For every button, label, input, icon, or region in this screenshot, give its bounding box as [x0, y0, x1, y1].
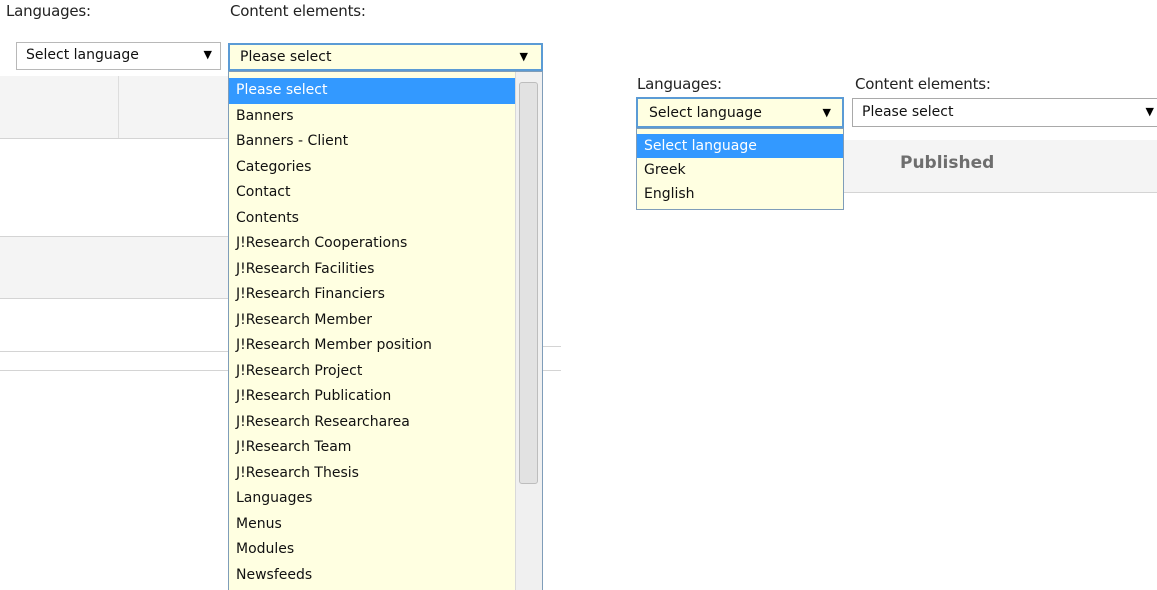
dropdown-option-j-research-publication[interactable]: J!Research Publication — [229, 384, 515, 410]
dropdown-option-banners-client[interactable]: Banners - Client — [229, 129, 515, 155]
chevron-down-icon: ▼ — [203, 48, 212, 61]
languages-label: Languages: — [637, 75, 722, 93]
dropdown-option-j-research-financiers[interactable]: J!Research Financiers — [229, 282, 515, 308]
dropdown-option-banners[interactable]: Banners — [229, 104, 515, 130]
language-select-value: Select language — [649, 105, 762, 121]
dropdown-option-contents[interactable]: Contents — [229, 206, 515, 232]
dropdown-option-newsfeeds[interactable]: Newsfeeds — [229, 563, 515, 589]
content-elements-select[interactable]: Please select ▼ — [228, 43, 543, 71]
left-table-line — [0, 370, 230, 371]
chevron-down-icon: ▼ — [1145, 105, 1154, 118]
content-elements-select-value: Please select — [862, 104, 954, 120]
dropdown-option-j-research-facilities[interactable]: J!Research Facilities — [229, 257, 515, 283]
left-table-line — [0, 298, 230, 299]
dropdown-scrollbar[interactable] — [515, 72, 542, 590]
language-select-value: Select language — [26, 47, 139, 63]
content-elements-label: Content elements: — [230, 2, 366, 20]
language-select[interactable]: Select language ▼ — [636, 97, 844, 128]
chevron-down-icon: ▼ — [519, 50, 528, 63]
content-elements-select[interactable]: Please select ▼ — [852, 98, 1157, 127]
published-column-header[interactable]: Published — [900, 153, 994, 173]
language-dropdown-list: Select language Greek English — [636, 128, 844, 210]
language-select[interactable]: Select language ▼ — [16, 42, 221, 70]
left-table-line — [0, 351, 230, 352]
left-table-line — [0, 236, 230, 237]
dropdown-option-modules[interactable]: Modules — [229, 537, 515, 563]
dropdown-option-greek[interactable]: Greek — [637, 158, 843, 182]
left-table-line — [541, 346, 561, 347]
dropdown-option-select-language[interactable]: Select language — [637, 134, 843, 158]
left-table-row-band — [0, 236, 230, 298]
screenshot-canvas: Languages: Content elements: Select lang… — [0, 0, 1157, 590]
dropdown-option-please-select[interactable]: Please select — [229, 78, 515, 104]
left-table-line — [541, 370, 561, 371]
scrollbar-thumb[interactable] — [519, 82, 538, 484]
languages-label: Languages: — [6, 2, 91, 20]
dropdown-option-categories[interactable]: Categories — [229, 155, 515, 181]
dropdown-option-languages[interactable]: Languages — [229, 486, 515, 512]
dropdown-option-j-research-member-position[interactable]: J!Research Member position — [229, 333, 515, 359]
dropdown-option-j-research-cooperations[interactable]: J!Research Cooperations — [229, 231, 515, 257]
dropdown-option-j-research-team[interactable]: J!Research Team — [229, 435, 515, 461]
dropdown-option-j-research-member[interactable]: J!Research Member — [229, 308, 515, 334]
dropdown-option-english[interactable]: English — [637, 182, 843, 206]
dropdown-option-j-research-researcharea[interactable]: J!Research Researcharea — [229, 410, 515, 436]
content-elements-label: Content elements: — [855, 75, 991, 93]
dropdown-option-j-research-thesis[interactable]: J!Research Thesis — [229, 461, 515, 487]
dropdown-option-contact[interactable]: Contact — [229, 180, 515, 206]
left-table-column-divider — [118, 76, 119, 138]
chevron-down-icon: ▼ — [822, 106, 831, 119]
left-table-header-band — [0, 76, 230, 138]
content-elements-dropdown-list: Please select Banners Banners - Client Cate… — [228, 71, 543, 590]
dropdown-option-j-research-project[interactable]: J!Research Project — [229, 359, 515, 385]
dropdown-option-menus[interactable]: Menus — [229, 512, 515, 538]
left-table-line — [0, 138, 230, 139]
content-elements-select-value: Please select — [240, 49, 332, 65]
